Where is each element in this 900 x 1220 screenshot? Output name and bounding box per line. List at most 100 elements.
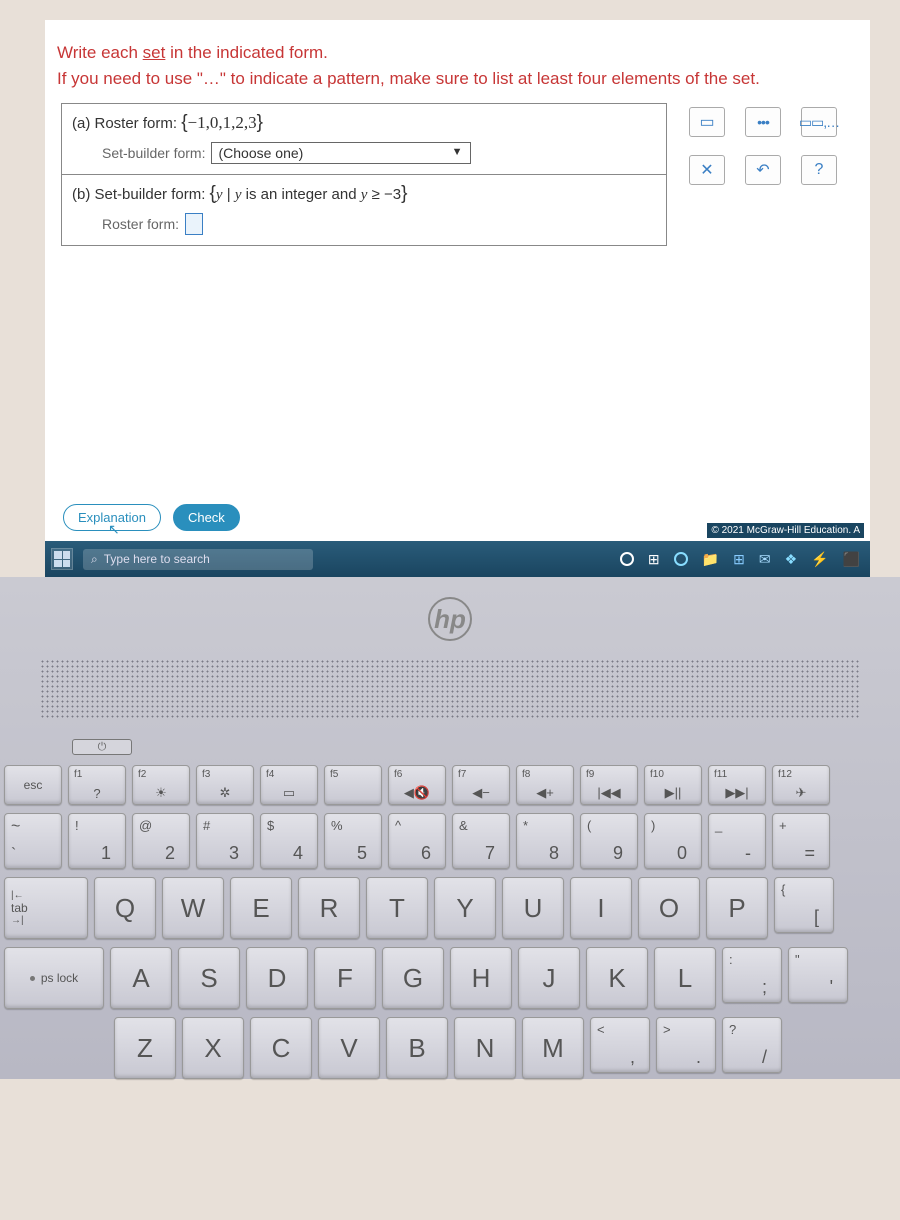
key-f3[interactable]: f3✲ (196, 765, 254, 805)
key-v[interactable]: V (318, 1017, 380, 1079)
key-esc[interactable]: esc (4, 765, 62, 805)
key-f[interactable]: F (314, 947, 376, 1009)
tab-label: tab (11, 901, 81, 915)
key-f6[interactable]: f6◀🔇 (388, 765, 446, 805)
key-1[interactable]: !1 (68, 813, 126, 869)
taskbar-search[interactable]: ⌕ Type here to search (83, 549, 313, 570)
key-f1[interactable]: f1? (68, 765, 126, 805)
key-f8[interactable]: f8◀+ (516, 765, 574, 805)
empty-set-tool[interactable]: ▭ (689, 107, 725, 137)
key-slash[interactable]: ?/ (722, 1017, 782, 1073)
store-icon[interactable]: ⊞ (733, 551, 745, 568)
key-f2[interactable]: f2☀ (132, 765, 190, 805)
key-tab[interactable]: |← tab →| (4, 877, 88, 939)
bar: | (223, 186, 235, 203)
key-r[interactable]: R (298, 877, 360, 939)
key-p[interactable]: P (706, 877, 768, 939)
laptop-body: hp ⏻ esc f1?f2☀f3✲f4▭f5f6◀🔇f7◀−f8◀+f9|◀◀… (0, 577, 900, 1079)
key-6[interactable]: ^6 (388, 813, 446, 869)
key-o[interactable]: O (638, 877, 700, 939)
key-x[interactable]: X (182, 1017, 244, 1079)
ellipsis-tool[interactable]: ••• (745, 107, 781, 137)
key-k[interactable]: K (586, 947, 648, 1009)
mail-icon[interactable]: ✉ (759, 551, 771, 568)
key-y[interactable]: Y (434, 877, 496, 939)
key-0[interactable]: )0 (644, 813, 702, 869)
key-8[interactable]: *8 (516, 813, 574, 869)
bolt-icon[interactable]: ⚡ (811, 551, 828, 568)
key-d[interactable]: D (246, 947, 308, 1009)
cond: is an integer and (241, 186, 360, 203)
undo-button[interactable]: ↶ (745, 155, 781, 185)
key-period[interactable]: >. (656, 1017, 716, 1073)
key-q[interactable]: Q (94, 877, 156, 939)
app-icon[interactable]: ⬛ (843, 551, 860, 568)
start-button[interactable] (51, 548, 73, 570)
dropbox-icon[interactable]: ❖ (785, 551, 798, 568)
key-f4[interactable]: f4▭ (260, 765, 318, 805)
key-f10[interactable]: f10▶|| (644, 765, 702, 805)
hp-logo: hp (428, 597, 472, 641)
key-9[interactable]: (9 (580, 813, 638, 869)
cursor-icon: ↖ (108, 521, 120, 538)
instr-line1a: Write each (57, 43, 143, 62)
instr-line2: If you need to use "…" to indicate a pat… (57, 69, 760, 88)
instr-line1b: in the indicated form. (165, 43, 328, 62)
key-i[interactable]: I (570, 877, 632, 939)
key-f11[interactable]: f11▶▶| (708, 765, 766, 805)
key-e[interactable]: E (230, 877, 292, 939)
key-g[interactable]: G (382, 947, 444, 1009)
key-4[interactable]: $4 (260, 813, 318, 869)
key-quote[interactable]: "' (788, 947, 848, 1003)
key-f9[interactable]: f9|◀◀ (580, 765, 638, 805)
clear-button[interactable]: ✕ (689, 155, 725, 185)
list-tool[interactable]: ▭▭,… (801, 107, 837, 137)
roster-input[interactable] (185, 213, 203, 235)
key-semicolon[interactable]: :; (722, 947, 782, 1003)
key-n[interactable]: N (454, 1017, 516, 1079)
side-toolbar: ▭ ••• ▭▭,… ✕ ↶ ? (679, 103, 854, 246)
explanation-button[interactable]: Explanation ↖ (63, 504, 161, 531)
key-capslock[interactable]: ps lock (4, 947, 104, 1009)
edge-icon[interactable] (674, 552, 688, 566)
question-box: (a) Roster form: {−1,0,1,2,3} Set-builde… (61, 103, 667, 246)
taskview-icon[interactable]: ⊞ (648, 551, 660, 568)
part-a: (a) Roster form: {−1,0,1,2,3} Set-builde… (62, 104, 666, 175)
key--[interactable]: _- (708, 813, 766, 869)
cortana-icon[interactable] (620, 552, 634, 566)
part-a-vals: −1,0,1,2,3 (188, 113, 257, 132)
explorer-icon[interactable]: 📁 (702, 551, 719, 568)
key-c[interactable]: C (250, 1017, 312, 1079)
key-bracket[interactable]: {[ (774, 877, 834, 933)
set-builder-dropdown[interactable]: (Choose one) (211, 142, 471, 164)
key-f5[interactable]: f5 (324, 765, 382, 805)
key-l[interactable]: L (654, 947, 716, 1009)
keyboard: esc f1?f2☀f3✲f4▭f5f6◀🔇f7◀−f8◀+f9|◀◀f10▶|… (0, 755, 900, 1079)
key-3[interactable]: #3 (196, 813, 254, 869)
key-u[interactable]: U (502, 877, 564, 939)
instructions: Write each set in the indicated form. If… (45, 20, 870, 103)
key-j[interactable]: J (518, 947, 580, 1009)
key-5[interactable]: %5 (324, 813, 382, 869)
check-button[interactable]: Check (173, 504, 240, 531)
power-button[interactable]: ⏻ (72, 739, 132, 755)
key-7[interactable]: &7 (452, 813, 510, 869)
key-z[interactable]: Z (114, 1017, 176, 1079)
ineq: ≥ −3 (367, 186, 401, 203)
key-a[interactable]: A (110, 947, 172, 1009)
key-b[interactable]: B (386, 1017, 448, 1079)
key-w[interactable]: W (162, 877, 224, 939)
key-t[interactable]: T (366, 877, 428, 939)
tilde-top: ~ (11, 818, 55, 836)
key-=[interactable]: += (772, 813, 830, 869)
key-2[interactable]: @2 (132, 813, 190, 869)
help-button[interactable]: ? (801, 155, 837, 185)
part-b: (b) Set-builder form: {y | y is an integ… (62, 175, 666, 245)
key-f7[interactable]: f7◀− (452, 765, 510, 805)
key-s[interactable]: S (178, 947, 240, 1009)
key-comma[interactable]: <, (590, 1017, 650, 1073)
key-f12[interactable]: f12✈ (772, 765, 830, 805)
key-tilde[interactable]: ~ ` (4, 813, 62, 869)
key-h[interactable]: H (450, 947, 512, 1009)
key-m[interactable]: M (522, 1017, 584, 1079)
